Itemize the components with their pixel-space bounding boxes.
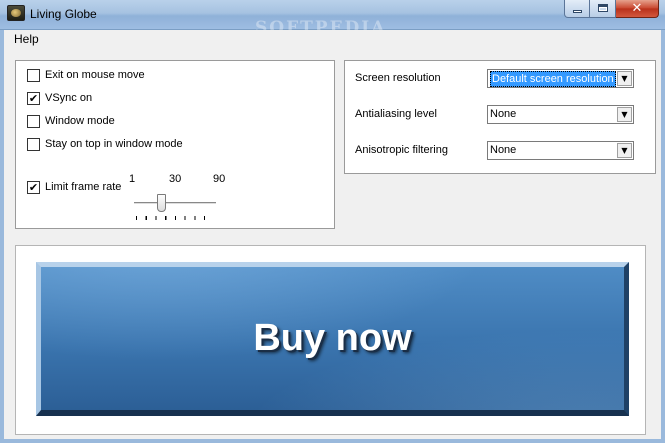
menu-bar: Help [0, 30, 665, 48]
vsync-option[interactable]: ✔ VSync on [27, 91, 92, 105]
close-button[interactable]: ✕ [616, 0, 659, 18]
antialiasing-value: None [490, 108, 517, 120]
stay-on-top-checkbox[interactable] [27, 137, 40, 151]
caption-buttons: ✕ [564, 0, 659, 18]
slider-max-label: 90 [213, 173, 226, 185]
menu-help[interactable]: Help [14, 32, 39, 46]
window-mode-option[interactable]: Window mode [27, 114, 115, 128]
frame-rate-slider-thumb[interactable] [157, 194, 166, 212]
purchase-panel: Buy now [15, 245, 646, 435]
minimize-button[interactable] [564, 0, 590, 18]
options-panel: Exit on mouse move ✔ VSync on Window mod… [15, 60, 335, 229]
dropdown-arrow-icon[interactable]: ▼ [617, 71, 632, 86]
frame-rate-slider-track[interactable] [134, 202, 216, 205]
limit-frame-rate-label: Limit frame rate [45, 181, 122, 193]
slider-min-label: 1 [129, 173, 136, 185]
screen-resolution-value: Default screen resolution [490, 71, 616, 87]
antialiasing-label: Antialiasing level [355, 108, 437, 120]
limit-frame-rate-checkbox[interactable]: ✔ [27, 180, 40, 194]
limit-frame-rate-option[interactable]: ✔ Limit frame rate [27, 180, 121, 194]
exit-on-mouse-move-option[interactable]: Exit on mouse move [27, 68, 145, 82]
window-title: Living Globe [30, 7, 97, 21]
maximize-button[interactable] [590, 0, 616, 18]
buy-now-label: Buy now [253, 317, 412, 359]
anisotropic-select[interactable]: None ▼ [487, 141, 634, 160]
stay-on-top-option[interactable]: Stay on top in window mode [27, 137, 183, 151]
stay-on-top-label: Stay on top in window mode [45, 138, 183, 150]
app-window: Living Globe SOFTPEDIA ✕ Help Exit on mo… [0, 0, 665, 443]
frame-rate-slider-ticks [136, 216, 214, 220]
buy-now-button[interactable]: Buy now [36, 262, 629, 416]
exit-on-mouse-move-label: Exit on mouse move [45, 69, 145, 81]
antialiasing-select[interactable]: None ▼ [487, 105, 634, 124]
exit-on-mouse-move-checkbox[interactable] [27, 68, 40, 82]
close-icon: ✕ [631, 1, 643, 16]
vsync-checkbox[interactable]: ✔ [27, 91, 40, 105]
globe-app-icon [7, 5, 25, 21]
client-area: Exit on mouse move ✔ VSync on Window mod… [0, 48, 665, 443]
title-bar[interactable]: Living Globe SOFTPEDIA ✕ [0, 0, 665, 38]
window-mode-checkbox[interactable] [27, 114, 40, 128]
window-mode-label: Window mode [45, 115, 115, 127]
settings-panel: Screen resolution Default screen resolut… [344, 60, 656, 174]
anisotropic-value: None [490, 144, 517, 156]
minimize-icon [573, 10, 582, 13]
maximize-icon [598, 4, 608, 12]
dropdown-arrow-icon[interactable]: ▼ [617, 107, 632, 122]
screen-resolution-select[interactable]: Default screen resolution ▼ [487, 69, 634, 88]
screen-resolution-label: Screen resolution [355, 72, 441, 84]
dropdown-arrow-icon[interactable]: ▼ [617, 143, 632, 158]
vsync-label: VSync on [45, 92, 93, 104]
anisotropic-label: Anisotropic filtering [355, 144, 448, 156]
slider-mid-label: 30 [169, 173, 182, 185]
